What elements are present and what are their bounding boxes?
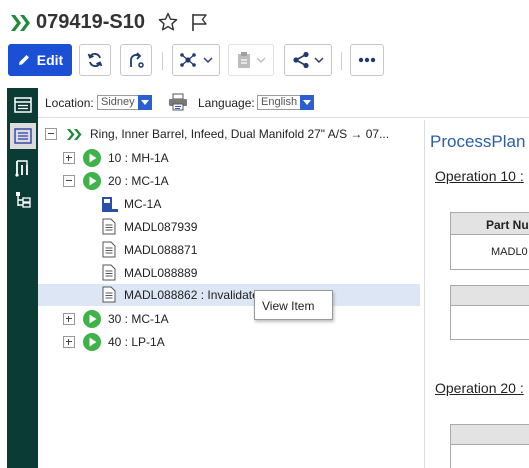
chevron-down-icon xyxy=(203,57,213,63)
left-rail xyxy=(7,88,38,468)
tree-root-row[interactable]: Ring, Inner Barrel, Infeed, Dual Manifol… xyxy=(38,123,420,145)
rail-tree-button[interactable] xyxy=(10,187,36,213)
secondary-table xyxy=(450,285,529,340)
dropdown-arrow-icon xyxy=(300,95,314,110)
tree-item-label: 20 : MC-1A xyxy=(108,174,169,188)
tree-item-label: 40 : LP-1A xyxy=(108,335,165,349)
flag-icon[interactable] xyxy=(190,12,210,32)
tree-item-label: 10 : MH-1A xyxy=(108,151,169,165)
tree-item-label: MADL088871 xyxy=(124,243,198,257)
refresh-button[interactable] xyxy=(79,44,111,76)
rail-structure-button[interactable] xyxy=(10,155,36,181)
location-select[interactable]: Sidney xyxy=(97,95,152,110)
operation-10-heading: Operation 10 : xyxy=(435,168,524,184)
language-select[interactable]: English xyxy=(257,95,314,110)
rail-list-button[interactable] xyxy=(10,123,36,149)
document-icon xyxy=(102,286,116,303)
language-value: English xyxy=(261,96,298,108)
title-bar: 079419-S10 xyxy=(0,0,529,44)
document-icon xyxy=(102,241,116,258)
tree-document-row[interactable]: MADL088871 xyxy=(38,239,420,261)
toolbar-separator xyxy=(162,52,163,70)
list-icon xyxy=(14,128,32,144)
expand-toggle[interactable] xyxy=(63,313,75,325)
expand-toggle[interactable] xyxy=(63,336,75,348)
star-icon[interactable] xyxy=(158,12,178,32)
revise-button[interactable] xyxy=(120,44,152,76)
rail-details-button[interactable] xyxy=(10,92,36,118)
process-plan-panel: ProcessPlan Operation 10 : Part Nu MADL0… xyxy=(426,120,529,468)
location-label: Location: xyxy=(45,96,94,110)
tree-item-label: 30 : MC-1A xyxy=(108,312,169,326)
tree-item-label: MC-1A xyxy=(124,197,162,211)
collapse-toggle[interactable] xyxy=(45,128,57,140)
secondary-table-header xyxy=(451,286,529,306)
toolbar: Edit xyxy=(0,44,529,80)
clipboard-icon xyxy=(238,52,250,68)
process-chevron-icon xyxy=(11,15,30,31)
structure-menu-button[interactable] xyxy=(172,44,220,76)
tree-operation-row[interactable]: 40 : LP-1A xyxy=(38,331,420,353)
details-panel-icon xyxy=(14,97,32,113)
tree-document-row-selected[interactable]: MADL088862 : Invalidate xyxy=(38,284,420,306)
revise-arrow-icon xyxy=(130,52,144,68)
expand-toggle[interactable] xyxy=(63,152,75,164)
part-number-header: Part Nu xyxy=(451,213,529,235)
tree-workcenter-row[interactable]: MC-1A xyxy=(38,193,420,215)
workcenter-icon xyxy=(102,197,118,212)
tree-operation-row[interactable]: 30 : MC-1A xyxy=(38,308,420,330)
tree-item-label: MADL088862 : Invalidate xyxy=(124,288,259,302)
more-dots-icon xyxy=(358,57,376,63)
operation-20-heading: Operation 20 : xyxy=(435,380,524,396)
edit-button-label: Edit xyxy=(36,52,64,68)
more-actions-button[interactable] xyxy=(350,44,384,76)
network-icon xyxy=(180,53,196,67)
tree-root-label: Ring, Inner Barrel, Infeed, Dual Manifol… xyxy=(90,127,390,141)
operation-play-icon xyxy=(83,172,101,190)
chevron-down-icon xyxy=(256,57,266,63)
pencil-icon xyxy=(18,55,29,65)
printer-icon[interactable] xyxy=(168,93,188,111)
tree-document-row[interactable]: MADL088889 xyxy=(38,262,420,284)
language-label: Language: xyxy=(198,96,255,110)
share-menu-button[interactable] xyxy=(284,44,332,76)
view-item-label: View Item xyxy=(262,299,315,313)
operation-20-table xyxy=(450,424,529,468)
parts-table: Part Nu MADL0 xyxy=(450,212,529,270)
dropdown-arrow-icon xyxy=(138,95,152,110)
operation-play-icon xyxy=(83,310,101,328)
tree-item-label: MADL088889 xyxy=(124,266,198,280)
refresh-icon xyxy=(87,53,103,67)
share-icon xyxy=(293,51,309,69)
structure-tree: Ring, Inner Barrel, Infeed, Dual Manifol… xyxy=(38,120,425,468)
view-item-tooltip[interactable]: View Item xyxy=(254,290,333,320)
document-icon xyxy=(102,264,116,281)
document-icon xyxy=(102,218,116,235)
chevron-down-icon xyxy=(314,57,324,63)
page-title: 079419-S10 xyxy=(36,11,145,33)
filter-row: Location: Sidney Language: English xyxy=(38,88,529,118)
process-chevron-icon xyxy=(67,129,82,140)
process-plan-title: ProcessPlan xyxy=(430,132,526,151)
tree-document-row[interactable]: MADL087939 xyxy=(38,216,420,238)
structure-icon xyxy=(15,160,28,177)
clipboard-menu-button[interactable] xyxy=(228,44,274,76)
operation-play-icon xyxy=(83,333,101,351)
toolbar-separator xyxy=(341,52,342,70)
operation-play-icon xyxy=(83,149,101,167)
tree-icon xyxy=(16,192,31,208)
operation-20-table-header xyxy=(451,425,529,445)
tree-operation-row[interactable]: 10 : MH-1A xyxy=(38,147,420,169)
tree-operation-row[interactable]: 20 : MC-1A xyxy=(38,170,420,192)
tree-item-label: MADL087939 xyxy=(124,220,198,234)
part-number-cell: MADL0 xyxy=(491,246,528,258)
collapse-toggle[interactable] xyxy=(63,175,75,187)
edit-button[interactable]: Edit xyxy=(8,44,72,76)
location-value: Sidney xyxy=(101,96,135,108)
